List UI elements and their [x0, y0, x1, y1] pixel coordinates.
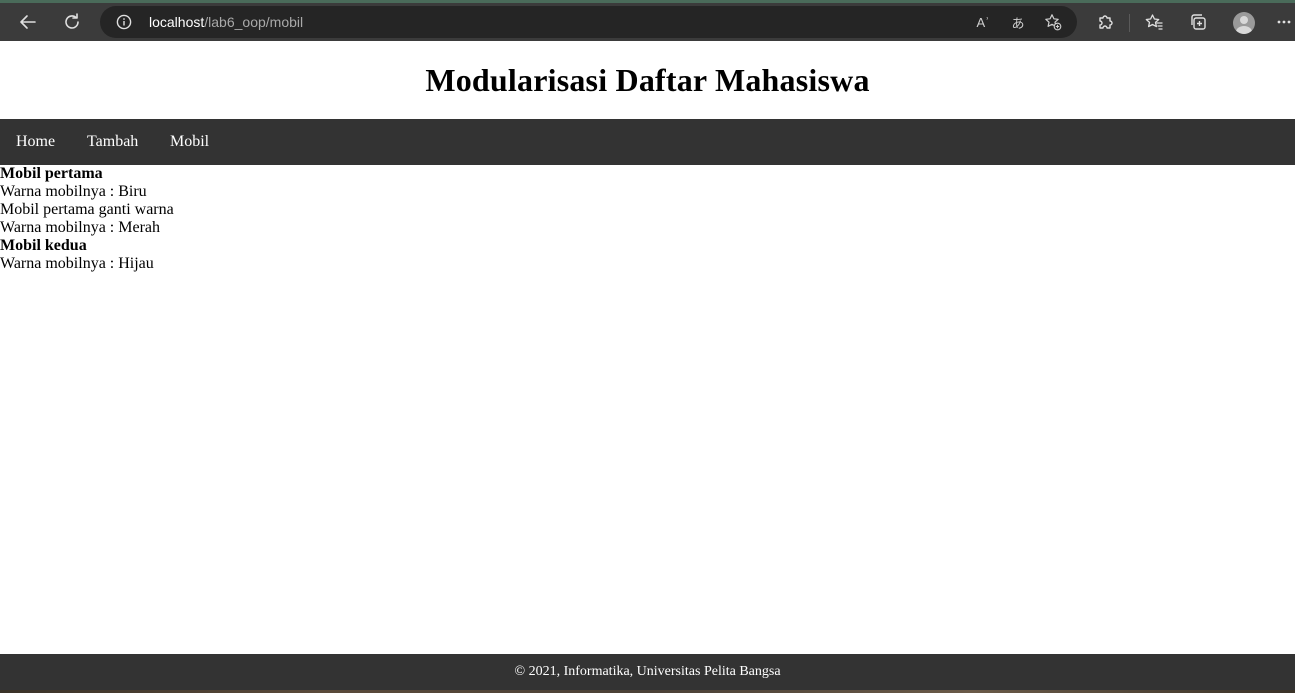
favorites-star-icon — [1145, 14, 1163, 30]
refresh-icon — [65, 13, 79, 29]
puzzle-icon — [1099, 15, 1113, 29]
car-color-line: Warna mobilnya : Hijau — [0, 255, 154, 272]
browser-toolbar: localhost/lab6_oop/mobil Aʾ あ — [0, 0, 1295, 41]
profile-body-shape — [1236, 26, 1252, 34]
url-text[interactable]: localhost/lab6_oop/mobil — [149, 13, 303, 31]
url-host: localhost — [149, 14, 205, 30]
profile-avatar[interactable] — [1233, 12, 1255, 34]
nav-mobil-link[interactable]: Mobil — [170, 132, 209, 152]
translate-icon[interactable]: あ — [1009, 13, 1027, 31]
footer-copyright: © 2021, Informatika, Universitas Pelita … — [514, 664, 781, 679]
arrow-left-icon — [20, 15, 36, 29]
extensions-button[interactable] — [1089, 7, 1121, 37]
address-bar[interactable]: localhost/lab6_oop/mobil Aʾ あ — [100, 6, 1077, 38]
info-icon[interactable] — [116, 14, 132, 30]
profile-head-shape — [1240, 16, 1248, 24]
favorites-button[interactable] — [1138, 7, 1170, 37]
page-title: Modularisasi Daftar Mahasiswa — [425, 62, 870, 98]
more-menu-button[interactable] — [1272, 7, 1295, 37]
car-change-color-line: Mobil pertama ganti warna — [0, 201, 174, 218]
url-path: /lab6_oop/mobil — [204, 14, 304, 30]
page-footer: © 2021, Informatika, Universitas Pelita … — [0, 654, 1295, 690]
nav-home-link[interactable]: Home — [16, 132, 55, 152]
main-nav: Home Tambah Mobil — [0, 119, 1295, 165]
car-color-line: Warna mobilnya : Merah — [0, 219, 160, 236]
read-aloud-icon[interactable]: Aʾ — [974, 13, 992, 31]
back-button[interactable] — [12, 7, 44, 37]
refresh-button[interactable] — [56, 7, 88, 37]
main-content: Mobil pertama Warna mobilnya : Biru Mobi… — [0, 165, 1295, 273]
car-color-line: Warna mobilnya : Biru — [0, 183, 147, 200]
add-favorite-icon[interactable] — [1044, 13, 1062, 31]
toolbar-divider — [1129, 14, 1130, 32]
collections-icon — [1191, 14, 1206, 30]
nav-tambah-link[interactable]: Tambah — [87, 132, 138, 152]
car-heading-first: Mobil pertama — [0, 165, 103, 182]
car-heading-second: Mobil kedua — [0, 237, 87, 254]
page-header: Modularisasi Daftar Mahasiswa — [0, 41, 1295, 119]
more-dots-icon — [1277, 20, 1290, 24]
collections-button[interactable] — [1182, 7, 1214, 37]
